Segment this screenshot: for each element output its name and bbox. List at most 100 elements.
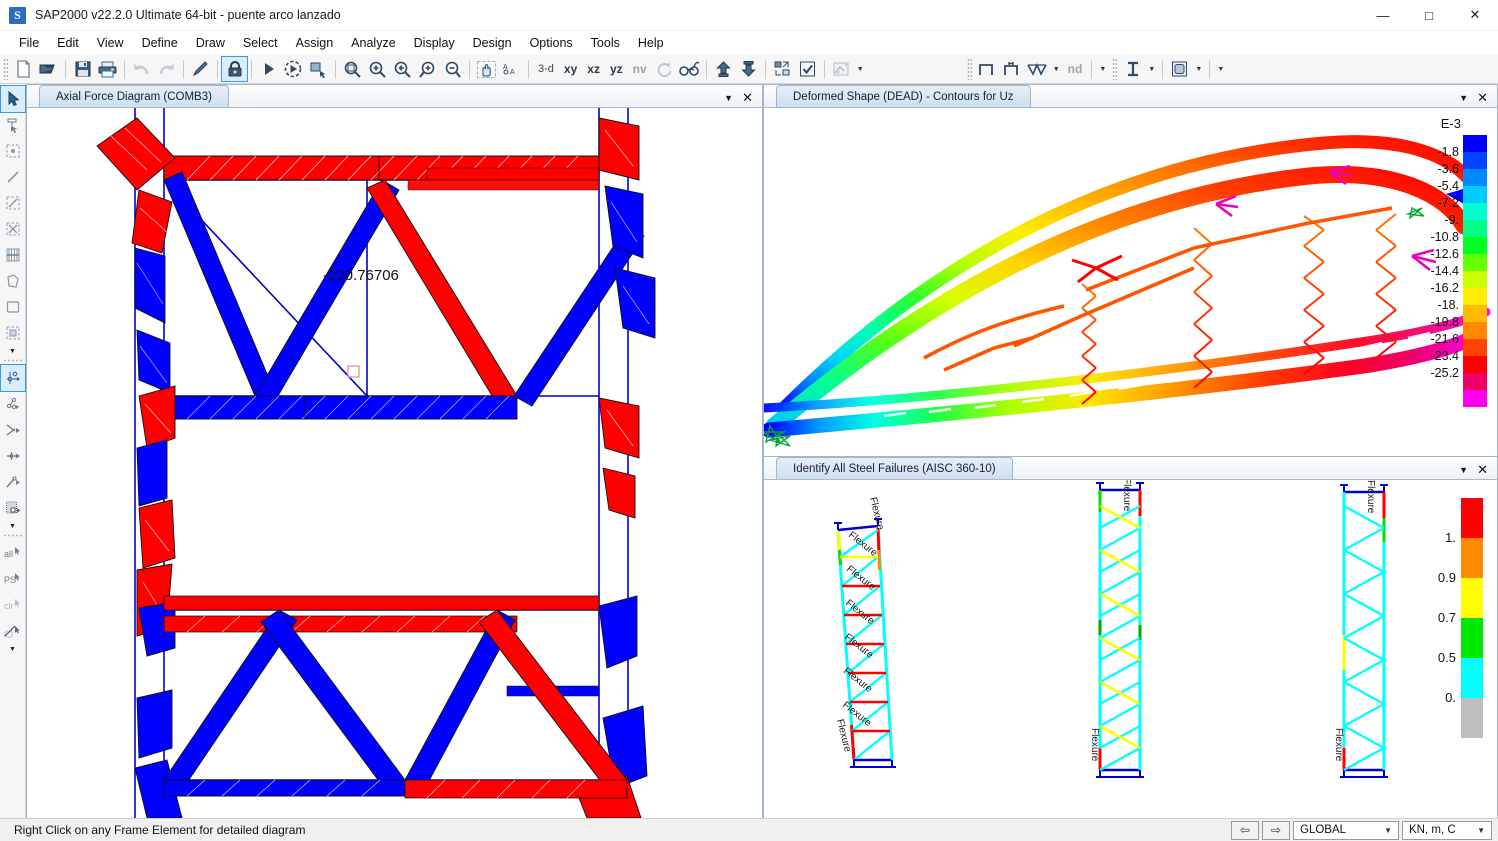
units-select[interactable]: KN, m, C ▼ (1402, 821, 1492, 840)
select-object-icon[interactable] (306, 57, 331, 81)
truss-dropdown-icon[interactable]: ▼ (1050, 57, 1063, 81)
maximize-button[interactable]: □ (1406, 0, 1452, 31)
menu-file[interactable]: File (10, 33, 48, 53)
zoom-previous-icon[interactable] (390, 57, 415, 81)
view-xz-button[interactable]: xz (582, 57, 605, 81)
toolbar-grip[interactable] (3, 58, 8, 80)
close-icon[interactable]: ✕ (742, 91, 753, 104)
select-dropdown-icon[interactable]: ▼ (1, 644, 25, 654)
set-display-options-icon[interactable]: AA (499, 57, 524, 81)
zoom-full-icon[interactable] (415, 57, 440, 81)
undo-icon[interactable] (129, 57, 154, 81)
view-xy-button[interactable]: xy (559, 57, 582, 81)
section-icon[interactable] (1120, 57, 1145, 81)
grid-select-icon[interactable] (1, 495, 25, 521)
menu-edit[interactable]: Edit (48, 33, 88, 53)
move-down-icon[interactable] (736, 57, 761, 81)
display-options-dropdown-icon[interactable]: ▼ (854, 57, 867, 81)
chevron-down-icon[interactable]: ▼ (1459, 465, 1468, 475)
close-icon[interactable]: ✕ (1477, 463, 1488, 476)
reshape-icon[interactable] (1, 112, 25, 138)
run-analysis-icon[interactable] (256, 57, 281, 81)
quick-draw-brace-icon[interactable] (1, 216, 25, 242)
extra-dropdown-icon[interactable]: ▼ (1214, 57, 1227, 81)
pan-icon[interactable] (474, 57, 499, 81)
nd-button[interactable]: nd (1063, 57, 1088, 81)
section-dropdown-icon[interactable]: ▼ (1145, 57, 1158, 81)
menu-help[interactable]: Help (629, 33, 673, 53)
run-now-icon[interactable] (281, 57, 306, 81)
rotate-3d-icon[interactable] (652, 57, 677, 81)
redo-icon[interactable] (154, 57, 179, 81)
quick-draw-secondary-icon[interactable] (1, 242, 25, 268)
tab-identify-steel-failures[interactable]: Identify All Steel Failures (AISC 360-10… (776, 457, 1013, 479)
set-rest-icon[interactable] (1, 365, 25, 391)
zoom-in-icon[interactable] (365, 57, 390, 81)
glasses-icon[interactable] (677, 57, 702, 81)
open-file-icon[interactable] (36, 57, 61, 81)
pointer-icon[interactable] (1, 86, 25, 112)
joint-links-icon[interactable] (1, 391, 25, 417)
support-icon[interactable] (1000, 57, 1025, 81)
shell-dropdown-icon[interactable]: ▼ (1192, 57, 1205, 81)
zoom-out-icon[interactable] (440, 57, 465, 81)
view-nv-button[interactable]: nv (628, 57, 652, 81)
menu-display[interactable]: Display (405, 33, 464, 53)
move-up-icon[interactable] (711, 57, 736, 81)
clear-selection-icon[interactable]: clr (1, 592, 25, 618)
draw-frame-icon[interactable] (1, 164, 25, 190)
view-3d-button[interactable]: 3-d (533, 57, 559, 81)
cross-intersect-icon[interactable] (1, 417, 25, 443)
print-icon[interactable] (95, 57, 120, 81)
menu-draw[interactable]: Draw (187, 33, 234, 53)
draw-rect-area-icon[interactable] (1, 294, 25, 320)
menu-design[interactable]: Design (464, 33, 521, 53)
menu-view[interactable]: View (88, 33, 133, 53)
menu-select[interactable]: Select (234, 33, 287, 53)
draw-point-icon[interactable] (1, 138, 25, 164)
check-icon[interactable] (795, 57, 820, 81)
menu-tools[interactable]: Tools (582, 33, 629, 53)
menu-options[interactable]: Options (521, 33, 582, 53)
tab-deformed-shape[interactable]: Deformed Shape (DEAD) - Contours for Uz (776, 85, 1031, 107)
select-all-icon[interactable]: all (1, 540, 25, 566)
select-intersect-icon[interactable] (1, 618, 25, 644)
divide-frame-icon[interactable] (1, 443, 25, 469)
close-button[interactable]: ✕ (1452, 0, 1498, 31)
menu-define[interactable]: Define (133, 33, 187, 53)
menu-assign[interactable]: Assign (287, 33, 343, 53)
previous-view-button[interactable]: ⇦ (1231, 821, 1259, 840)
menu-analyze[interactable]: Analyze (342, 33, 404, 53)
save-icon[interactable] (70, 57, 95, 81)
snap-dropdown-icon[interactable]: ▼ (1, 521, 25, 531)
steel-failures-canvas[interactable]: Flexure Flexure Flexure Flexure Flexure … (764, 480, 1497, 818)
snap-icon[interactable] (1, 469, 25, 495)
toolbar-grip[interactable] (967, 58, 972, 80)
draw-dropdown-icon[interactable]: ▼ (1, 346, 25, 356)
previous-selection-icon[interactable]: PS (1, 566, 25, 592)
nd-dropdown-icon[interactable]: ▼ (1096, 57, 1109, 81)
quick-draw-area-icon[interactable] (1, 320, 25, 346)
chevron-down-icon[interactable]: ▼ (724, 93, 733, 103)
minimize-button[interactable]: — (1360, 0, 1406, 31)
display-options-icon[interactable] (829, 57, 854, 81)
draw-poly-area-icon[interactable] (1, 268, 25, 294)
coordinate-system-select[interactable]: GLOBAL ▼ (1293, 821, 1399, 840)
lock-icon[interactable] (222, 57, 247, 81)
next-view-button[interactable]: ⇨ (1262, 821, 1290, 840)
chevron-down-icon[interactable]: ▼ (1459, 93, 1468, 103)
view-yz-button[interactable]: yz (605, 57, 628, 81)
axial-force-canvas[interactable]: -220.76706 (27, 108, 762, 818)
new-file-icon[interactable] (11, 57, 36, 81)
shell-icon[interactable] (1167, 57, 1192, 81)
pencil-icon[interactable] (188, 57, 213, 81)
close-icon[interactable]: ✕ (1477, 91, 1488, 104)
tab-axial-force-diagram[interactable]: Axial Force Diagram (COMB3) (39, 85, 229, 107)
toolbar-grip[interactable] (1112, 58, 1117, 80)
frame-icon[interactable] (975, 57, 1000, 81)
deformed-shape-canvas[interactable]: E-3 -1.8-3.6-5.4-7.2-9.-10.8-12.6-14.4-1… (764, 108, 1497, 456)
assign-icon[interactable] (770, 57, 795, 81)
quick-draw-frame-icon[interactable] (1, 190, 25, 216)
zoom-box-icon[interactable] (340, 57, 365, 81)
truss-icon[interactable] (1025, 57, 1050, 81)
